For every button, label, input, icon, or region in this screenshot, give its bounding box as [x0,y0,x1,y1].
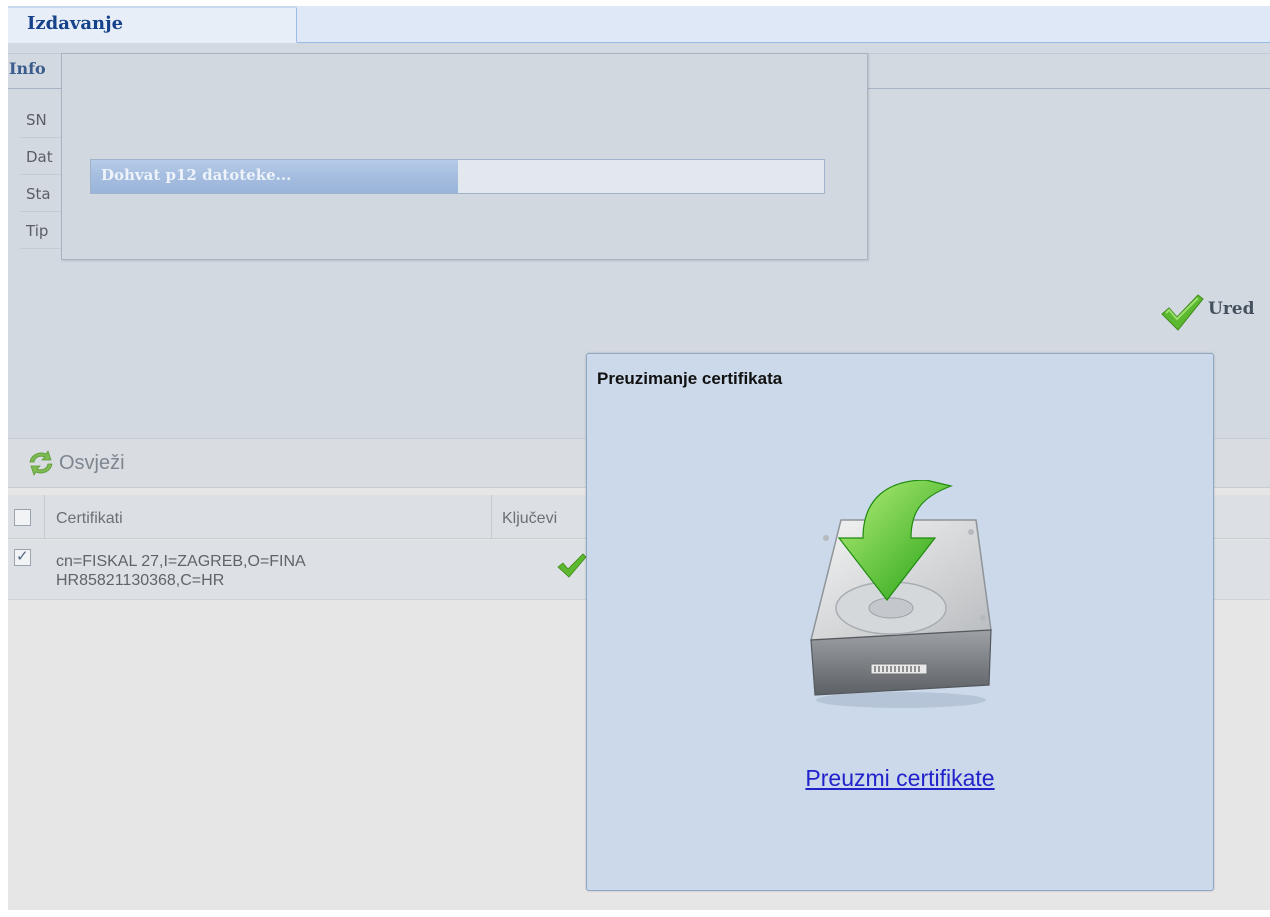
column-separator [44,495,45,539]
certificate-cell: cn=FISKAL 27,I=ZAGREB,O=FINA HR858211303… [56,553,305,589]
refresh-icon [29,450,53,476]
info-row-label: Dat [26,148,53,166]
download-certificates-link[interactable]: Preuzmi certifikate [587,765,1213,792]
column-separator [491,495,492,539]
info-row-label: Sta [26,185,51,203]
refresh-button[interactable]: Osvježi [26,447,125,479]
download-certificates-dialog: Preuzimanje certifikata Preuzmi certifik… [586,353,1214,891]
info-panel-title: Info [9,59,46,78]
tab-label: Izdavanje [27,13,124,34]
device-status-label: Ured [1208,299,1255,319]
refresh-label: Osvježi [59,451,125,474]
row-checkbox[interactable] [14,547,31,566]
column-header-certifikati[interactable]: Certifikati [56,495,123,539]
loading-mask: Dohvat p12 datoteke... [61,53,868,260]
info-row-label: SN [26,111,47,129]
device-status: Ured [1160,292,1262,332]
checkmark-icon [1161,294,1204,331]
progress-bar: Dohvat p12 datoteke... [90,159,825,194]
column-header-label: Certifikati [56,510,123,527]
tab-izdavanje[interactable]: Izdavanje [8,6,297,43]
info-row-label: Tip [26,222,49,240]
column-header-label: Ključevi [502,510,558,527]
key-present-checkmark-icon [557,553,587,578]
progress-text: Dohvat p12 datoteke... [101,166,292,184]
tab-strip: Izdavanje [8,6,1270,43]
column-header-kljucevi[interactable]: Ključevi [502,495,557,539]
dialog-title: Preuzimanje certifikata [597,369,783,388]
tab-top-border [8,6,297,8]
hard-drive-download-icon [810,480,992,708]
select-all-checkbox[interactable] [14,509,31,526]
